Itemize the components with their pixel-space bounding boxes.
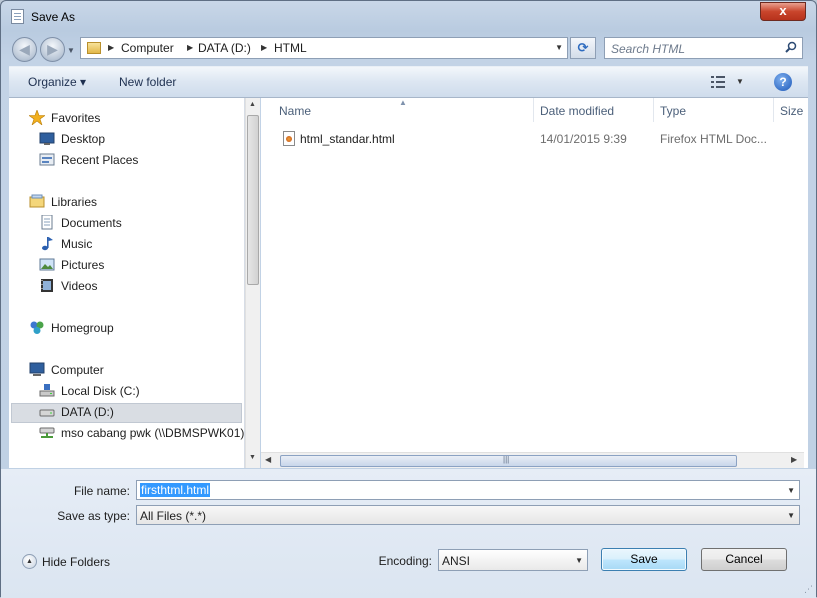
recent-pages-dropdown[interactable]: ▼ bbox=[67, 46, 75, 55]
chevron-down-icon[interactable]: ▼ bbox=[787, 486, 795, 495]
breadcrumb-html[interactable]: HTML bbox=[274, 41, 307, 55]
breadcrumb-separator-icon[interactable]: ▶ bbox=[261, 43, 267, 52]
star-icon bbox=[29, 110, 45, 125]
videos-icon bbox=[41, 279, 53, 292]
command-bar: Organize ▾ New folder ▼ ? bbox=[9, 66, 808, 98]
breadcrumb-separator-icon[interactable]: ▶ bbox=[187, 43, 193, 52]
breadcrumb-computer[interactable]: Computer bbox=[121, 41, 174, 55]
view-dropdown-icon[interactable]: ▼ bbox=[736, 77, 744, 86]
document-icon bbox=[11, 9, 24, 24]
homegroup-icon bbox=[30, 321, 44, 334]
save-as-dialog: Save As x ◀ ▶ ▼ ▶ Computer ▶ DATA (D:) ▶… bbox=[0, 0, 817, 598]
network-drive-icon bbox=[39, 427, 55, 438]
save-options-panel: File name: firsthtml.html ▼ Save as type… bbox=[1, 469, 816, 598]
file-type: Firefox HTML Doc... bbox=[660, 132, 767, 146]
organize-menu[interactable]: Organize ▾ bbox=[28, 75, 86, 89]
chevron-up-icon: ▲ bbox=[22, 554, 37, 569]
chevron-down-icon[interactable]: ▼ bbox=[575, 556, 583, 565]
column-header-name[interactable]: Name bbox=[273, 98, 534, 122]
new-folder-button[interactable]: New folder bbox=[119, 75, 176, 89]
savetype-label: Save as type: bbox=[57, 509, 130, 523]
grip-icon: ||| bbox=[503, 455, 510, 464]
file-list: ▲ Name Date modified Type Size html_stan… bbox=[261, 98, 808, 468]
resize-grip-icon[interactable]: ⋰ bbox=[804, 584, 813, 595]
scroll-right-icon[interactable]: ▶ bbox=[791, 455, 797, 464]
savetype-select[interactable]: All Files (*.*) ▼ bbox=[136, 505, 800, 525]
address-bar[interactable]: ▶ Computer ▶ DATA (D:) ▶ HTML ▼ bbox=[80, 37, 568, 59]
table-row[interactable]: html_standar.html 14/01/2015 9:39 Firefo… bbox=[277, 129, 797, 149]
scroll-down-icon[interactable]: ▼ bbox=[249, 454, 256, 461]
drive-icon bbox=[39, 409, 55, 417]
chevron-down-icon[interactable]: ▼ bbox=[787, 511, 795, 520]
back-button[interactable]: ◀ bbox=[12, 37, 37, 62]
desktop-icon bbox=[39, 132, 55, 145]
window-title: Save As bbox=[31, 10, 76, 24]
scroll-left-icon[interactable]: ◀ bbox=[265, 455, 271, 464]
file-name: html_standar.html bbox=[300, 132, 395, 146]
help-icon[interactable]: ? bbox=[774, 73, 792, 91]
file-list-hscrollbar[interactable]: ◀ ||| ▶ bbox=[261, 452, 804, 468]
refresh-button[interactable]: ⟳ bbox=[570, 37, 596, 59]
filename-value: firsthtml.html bbox=[140, 483, 211, 497]
encoding-value: ANSI bbox=[442, 554, 471, 568]
scroll-thumb[interactable] bbox=[247, 115, 259, 285]
scroll-up-icon[interactable]: ▲ bbox=[249, 101, 256, 108]
encoding-label: Encoding: bbox=[378, 554, 432, 568]
title-bar: Save As x bbox=[1, 1, 816, 31]
search-icon[interactable] bbox=[785, 41, 797, 53]
breadcrumb-separator-icon[interactable]: ▶ bbox=[108, 43, 114, 52]
local-disk-icon bbox=[39, 384, 55, 397]
computer-icon bbox=[29, 362, 45, 376]
cancel-button[interactable]: Cancel bbox=[701, 548, 787, 571]
file-date: 14/01/2015 9:39 bbox=[540, 132, 627, 146]
address-dropdown-icon[interactable]: ▼ bbox=[555, 43, 563, 52]
html-file-icon bbox=[283, 131, 295, 146]
view-options-icon[interactable] bbox=[711, 76, 725, 88]
hscroll-thumb[interactable]: ||| bbox=[280, 455, 737, 467]
savetype-value: All Files (*.*) bbox=[140, 509, 207, 523]
search-input[interactable]: Search HTML bbox=[604, 37, 803, 59]
column-header-size[interactable]: Size bbox=[774, 98, 814, 122]
filename-field[interactable]: firsthtml.html ▼ bbox=[136, 480, 800, 500]
forward-button[interactable]: ▶ bbox=[40, 37, 65, 62]
documents-icon bbox=[41, 215, 53, 230]
nav-pane-scrollbar[interactable]: ▲ ▼ bbox=[245, 98, 260, 468]
music-icon bbox=[42, 237, 53, 251]
pictures-icon bbox=[39, 258, 55, 271]
encoding-select[interactable]: ANSI ▼ bbox=[438, 549, 588, 571]
column-header-type[interactable]: Type bbox=[654, 98, 774, 122]
search-placeholder: Search HTML bbox=[611, 42, 686, 56]
libraries-icon bbox=[29, 194, 45, 208]
breadcrumb-data-drive[interactable]: DATA (D:) bbox=[198, 41, 251, 55]
filename-label: File name: bbox=[73, 484, 130, 498]
recent-places-icon bbox=[39, 153, 55, 166]
save-button[interactable]: Save bbox=[601, 548, 687, 571]
navigation-pane: Favorites Desktop Recent Places Librarie… bbox=[9, 98, 245, 468]
close-button[interactable]: x bbox=[760, 2, 806, 21]
column-header-date-modified[interactable]: Date modified bbox=[534, 98, 654, 122]
folder-icon bbox=[87, 42, 101, 54]
